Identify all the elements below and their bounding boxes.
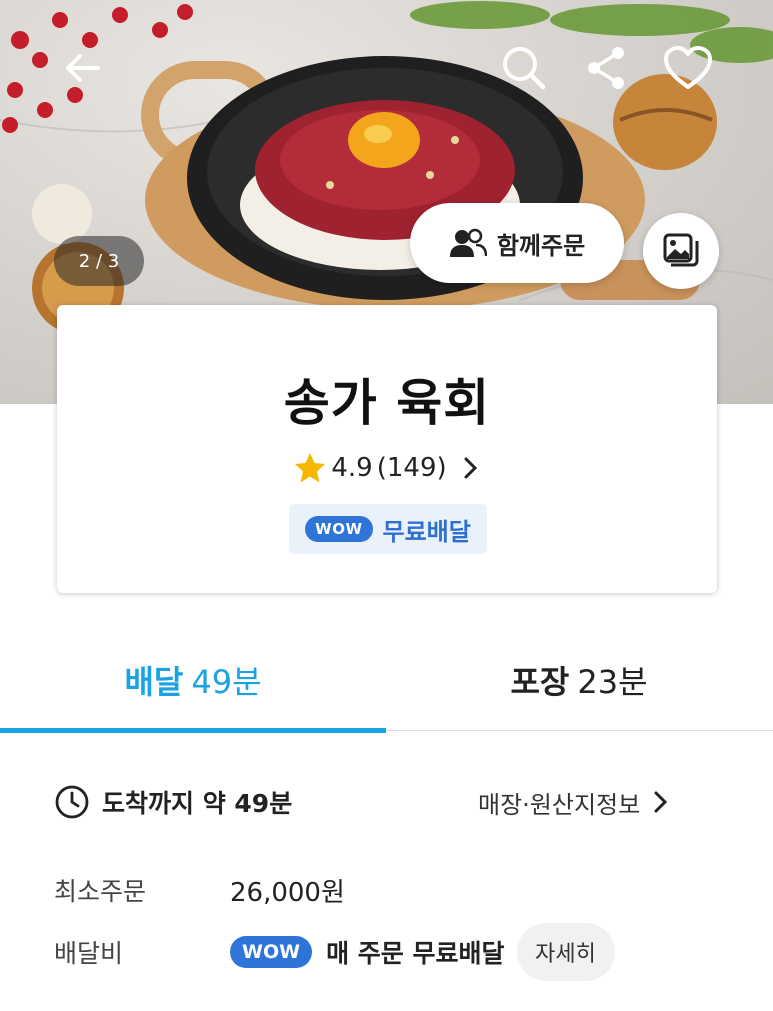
group-order-button[interactable]: 함께주문: [410, 203, 624, 283]
rating-link[interactable]: 4.9 (149): [57, 451, 717, 485]
delivery-fee-label: 배달비: [54, 939, 124, 968]
tab-divider: [386, 730, 773, 731]
clock-icon: [55, 785, 89, 819]
delivery-fee-text: 매 주문 무료배달: [326, 939, 505, 968]
share-button[interactable]: [578, 40, 634, 96]
image-counter: 2 / 3: [54, 236, 144, 286]
tab-delivery[interactable]: 배달 49분: [0, 632, 386, 728]
min-order-value: 26,000원: [230, 877, 345, 908]
delivery-fee-row: 배달비 WOW 매 주문 무료배달 자세히: [54, 923, 615, 981]
share-icon: [588, 47, 624, 89]
store-name: 송가 육회: [283, 374, 491, 432]
heart-icon: [664, 46, 712, 89]
delivery-fee-detail-button[interactable]: 자세히: [516, 923, 615, 981]
group-order-label: 함께주문: [496, 231, 586, 260]
free-delivery-badge: WOW 무료배달: [289, 504, 487, 554]
favorite-button[interactable]: [660, 40, 716, 96]
tab-delivery-label: 배달: [124, 663, 184, 701]
gallery-icon: [663, 233, 699, 267]
tab-pickup-label: 포장: [510, 663, 570, 701]
chevron-right-icon: [654, 791, 668, 813]
rating-value: 4.9: [331, 453, 373, 483]
search-icon: [503, 47, 546, 90]
star-icon: [295, 453, 326, 483]
tab-delivery-time: 49분: [191, 663, 262, 701]
tab-pickup[interactable]: 포장 23분: [386, 632, 772, 728]
tab-pickup-time: 23분: [577, 663, 648, 701]
store-origin-info-label: 매장·원산지정보: [478, 790, 641, 819]
min-order-label: 최소주문: [54, 877, 147, 906]
arrow-left-icon: [66, 54, 100, 82]
active-tab-indicator: [0, 728, 386, 733]
min-order-row: 최소주문 26,000원: [54, 868, 345, 912]
arrival-estimate: 도착까지 약 49분: [54, 782, 292, 822]
store-info-card: 송가 육회 4.9 (149) WOW 무료배달: [57, 305, 717, 593]
free-delivery-text: 무료배달: [382, 517, 471, 546]
search-button[interactable]: [496, 40, 552, 96]
review-count: (149): [376, 453, 447, 483]
order-type-tabs: 배달 49분 포장 23분: [0, 632, 773, 734]
back-button[interactable]: [54, 40, 110, 96]
chevron-right-icon: [464, 457, 477, 479]
gallery-button[interactable]: [643, 213, 719, 289]
wow-badge: WOW: [230, 936, 313, 968]
wow-badge: WOW: [305, 516, 373, 542]
store-origin-info-link[interactable]: 매장·원산지정보: [478, 782, 670, 822]
people-icon: [449, 228, 487, 257]
arrival-text: 도착까지 약 49분: [102, 789, 293, 818]
